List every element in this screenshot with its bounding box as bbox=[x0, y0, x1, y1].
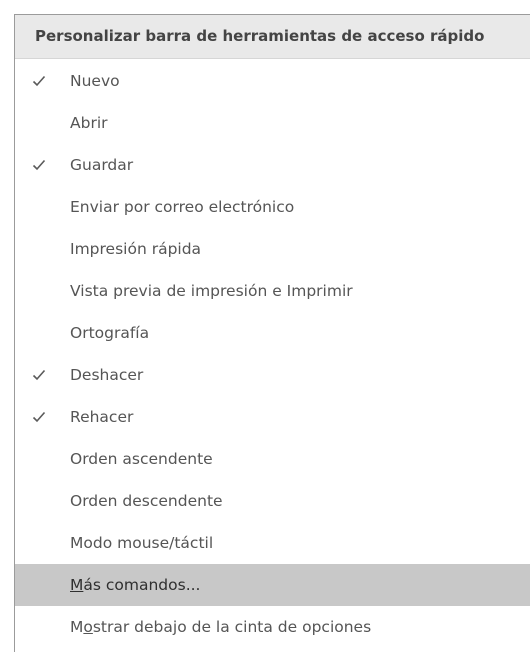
menu-item-label: Orden ascendente bbox=[70, 450, 213, 468]
menu-item-more-commands[interactable]: Más comandos... bbox=[15, 564, 530, 606]
menu-items: Nuevo Abrir Guardar Enviar por correo el… bbox=[15, 60, 530, 648]
checkmark-icon bbox=[29, 60, 49, 102]
menu-item-show-below-ribbon[interactable]: Mostrar debajo de la cinta de opciones bbox=[15, 606, 530, 648]
checkmark-icon bbox=[29, 396, 49, 438]
menu-item-label: Rehacer bbox=[70, 408, 134, 426]
menu-item-guardar[interactable]: Guardar bbox=[15, 144, 530, 186]
menu-item-vista-previa[interactable]: Vista previa de impresión e Imprimir bbox=[15, 270, 530, 312]
menu-item-label: Modo mouse/táctil bbox=[70, 534, 214, 552]
menu-item-abrir[interactable]: Abrir bbox=[15, 102, 530, 144]
menu-item-rehacer[interactable]: Rehacer bbox=[15, 396, 530, 438]
menu-item-label: Guardar bbox=[70, 156, 134, 174]
menu-item-deshacer[interactable]: Deshacer bbox=[15, 354, 530, 396]
menu-item-label: Ortografía bbox=[70, 324, 150, 342]
menu-item-orden-ascendente[interactable]: Orden ascendente bbox=[15, 438, 530, 480]
accelerator-key: M bbox=[70, 576, 84, 594]
menu-item-enviar-correo[interactable]: Enviar por correo electrónico bbox=[15, 186, 530, 228]
quick-access-toolbar-menu: Personalizar barra de herramientas de ac… bbox=[14, 14, 530, 652]
menu-item-label: Mostrar debajo de la cinta de opciones bbox=[70, 618, 372, 636]
menu-item-label: Más comandos... bbox=[70, 576, 201, 594]
menu-item-orden-descendente[interactable]: Orden descendente bbox=[15, 480, 530, 522]
menu-title: Personalizar barra de herramientas de ac… bbox=[15, 15, 530, 59]
menu-item-label: Enviar por correo electrónico bbox=[70, 198, 295, 216]
menu-item-label: Nuevo bbox=[70, 72, 120, 90]
menu-item-label: Abrir bbox=[70, 114, 108, 132]
checkmark-icon bbox=[29, 144, 49, 186]
accelerator-key: o bbox=[83, 618, 93, 636]
menu-item-label: Vista previa de impresión e Imprimir bbox=[70, 282, 353, 300]
menu-item-ortografia[interactable]: Ortografía bbox=[15, 312, 530, 354]
menu-item-impresion-rapida[interactable]: Impresión rápida bbox=[15, 228, 530, 270]
menu-item-label: Deshacer bbox=[70, 366, 144, 384]
menu-item-nuevo[interactable]: Nuevo bbox=[15, 60, 530, 102]
checkmark-icon bbox=[29, 354, 49, 396]
menu-item-label: Impresión rápida bbox=[70, 240, 202, 258]
menu-item-label: Orden descendente bbox=[70, 492, 223, 510]
menu-item-modo-mouse-tactil[interactable]: Modo mouse/táctil bbox=[15, 522, 530, 564]
